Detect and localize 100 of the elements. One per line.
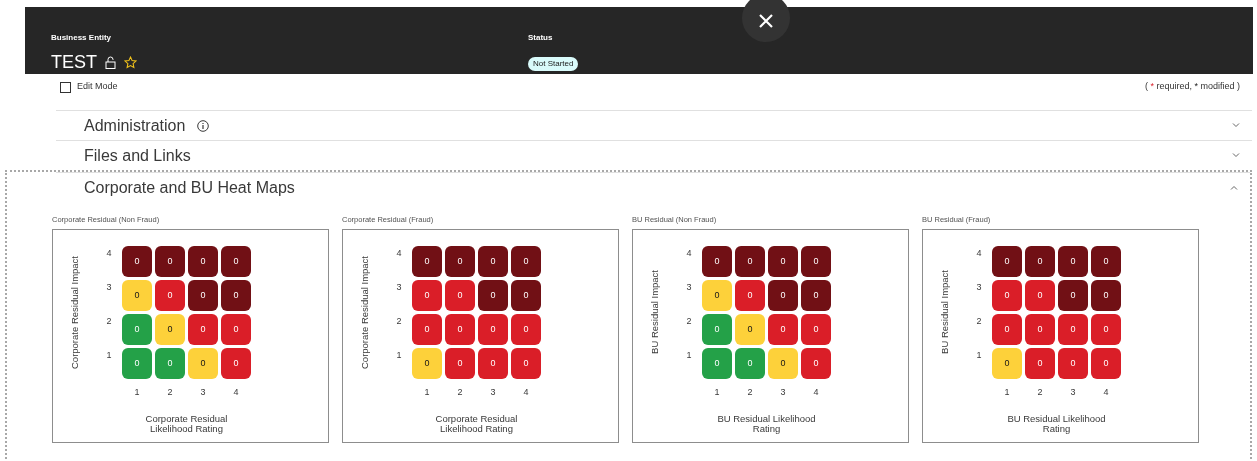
- star-icon[interactable]: [124, 55, 137, 69]
- heat-map-cell: 0: [478, 314, 508, 345]
- heat-map-cell: 0: [801, 280, 831, 311]
- row-label: 2: [685, 315, 693, 328]
- heat-map-cell: 0: [1025, 314, 1055, 345]
- column-label: 1: [1003, 386, 1011, 399]
- legend-text: ( * required, * modified ): [1144, 80, 1240, 94]
- y-axis-label: Corporate Residual Impact: [357, 255, 371, 369]
- heat-map-cell: 0: [412, 348, 442, 379]
- heat-map-cell: 0: [1058, 348, 1088, 379]
- close-icon: [758, 13, 774, 29]
- heat-map-cell: 0: [122, 280, 152, 311]
- row-label: 4: [975, 247, 983, 260]
- entity-name: TEST: [51, 51, 97, 73]
- heat-map-cell: 0: [1058, 246, 1088, 277]
- info-icon[interactable]: [197, 119, 210, 132]
- field-label: Status: [528, 33, 553, 43]
- chevron-down-icon: [1232, 123, 1240, 128]
- heat-map-cell: 0: [768, 246, 798, 277]
- column-label: 1: [713, 386, 721, 399]
- y-axis-label: Corporate Residual Impact: [67, 255, 81, 369]
- heat-map-cell: 0: [1025, 246, 1055, 277]
- row-label: 4: [685, 247, 693, 260]
- status-badge: Not Started: [528, 57, 579, 71]
- column-label: 4: [232, 386, 240, 399]
- chevron-up-icon: [1230, 185, 1238, 190]
- heat-map-cell: 0: [412, 314, 442, 345]
- heat-map-cell: 0: [511, 246, 541, 277]
- row-label: 1: [685, 349, 693, 362]
- heat-map-cell: 0: [155, 314, 185, 345]
- column-label: 4: [1102, 386, 1110, 399]
- heat-map-cell: 0: [992, 348, 1022, 379]
- heat-map-cell: 0: [702, 246, 732, 277]
- heat-map-cell: 0: [155, 348, 185, 379]
- heat-map-cell: 0: [735, 246, 765, 277]
- chevron-down-icon: [1232, 153, 1240, 158]
- column-label: 3: [489, 386, 497, 399]
- accordion-header[interactable]: Files and Links: [56, 140, 1252, 170]
- heat-map-cell: 0: [992, 280, 1022, 311]
- heat-map-cell: 0: [1091, 280, 1121, 311]
- column-label: 2: [456, 386, 464, 399]
- heat-map-cell: 0: [1025, 280, 1055, 311]
- accordion-header[interactable]: Administration: [56, 110, 1252, 140]
- heat-map-cell: 0: [768, 280, 798, 311]
- row-label: 4: [105, 247, 113, 260]
- column-label: 1: [423, 386, 431, 399]
- unlocked-lock-icon[interactable]: [105, 55, 116, 69]
- heat-map-cell: 0: [478, 348, 508, 379]
- heat-map-cell: 0: [702, 280, 732, 311]
- heat-map-cell: 0: [735, 348, 765, 379]
- heat-map-cell: 0: [511, 348, 541, 379]
- row-label: 1: [395, 349, 403, 362]
- heat-map-cell: 0: [1091, 246, 1121, 277]
- y-axis-label: BU Residual Impact: [647, 270, 661, 354]
- heat-map-cell: 0: [221, 348, 251, 379]
- field-label: Business Entity: [51, 33, 111, 43]
- column-label: 3: [779, 386, 787, 399]
- row-label: 3: [975, 281, 983, 294]
- heat-map-cell: 0: [801, 246, 831, 277]
- heat-map-cell: 0: [188, 348, 218, 379]
- heat-map-cell: 0: [801, 314, 831, 345]
- heat-map-cell: 0: [155, 280, 185, 311]
- column-label: 3: [199, 386, 207, 399]
- row-label: 4: [395, 247, 403, 260]
- heat-map-cell: 0: [221, 246, 251, 277]
- column-label: 4: [522, 386, 530, 399]
- close-button[interactable]: [742, 0, 790, 42]
- heat-map-cell: 0: [702, 348, 732, 379]
- column-label: 4: [812, 386, 820, 399]
- heat-map-cell: 0: [735, 280, 765, 311]
- heat-map-cell: 0: [478, 246, 508, 277]
- row-label: 2: [395, 315, 403, 328]
- edit-mode-checkbox[interactable]: [60, 81, 71, 93]
- heat-map-cell: 0: [768, 314, 798, 345]
- column-label: 3: [1069, 386, 1077, 399]
- accordion-header[interactable]: Corporate and BU Heat Maps: [56, 172, 1250, 202]
- heat-map-cell: 0: [702, 314, 732, 345]
- row-label: 2: [105, 315, 113, 328]
- row-label: 2: [975, 315, 983, 328]
- heat-map-cell: 0: [445, 246, 475, 277]
- heat-map-cell: 0: [445, 280, 475, 311]
- heat-map-cell: 0: [735, 314, 765, 345]
- row-label: 3: [685, 281, 693, 294]
- heat-map-cell: 0: [122, 314, 152, 345]
- heat-map-cell: 0: [221, 280, 251, 311]
- x-axis-label: Corporate Residual Likelihood Rating: [144, 413, 229, 434]
- heat-map-cell: 0: [1025, 348, 1055, 379]
- x-axis-label: BU Residual Likelihood Rating: [1006, 413, 1107, 434]
- heat-map-cell: 0: [221, 314, 251, 345]
- heat-map-cell: 0: [992, 314, 1022, 345]
- heat-map-cell: 0: [412, 246, 442, 277]
- heat-map-cell: 0: [188, 280, 218, 311]
- heat-map-cell: 0: [1091, 348, 1121, 379]
- row-label: 3: [395, 281, 403, 294]
- heat-map-cell: 0: [445, 348, 475, 379]
- heat-map-cell: 0: [1058, 280, 1088, 311]
- heat-map-cell: 0: [992, 246, 1022, 277]
- heat-map-cell: 0: [155, 246, 185, 277]
- column-label: 2: [1036, 386, 1044, 399]
- heat-map-cell: 0: [122, 246, 152, 277]
